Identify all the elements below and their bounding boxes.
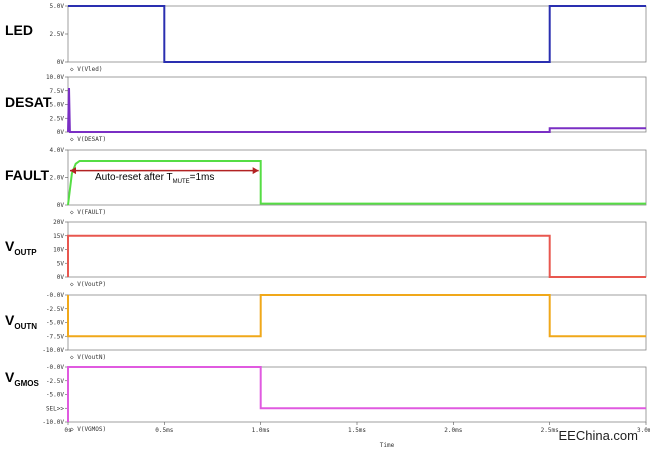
ytick-label-5-2: -5.0V: [46, 392, 64, 399]
ytick-label-3-2: 10V: [53, 247, 64, 254]
row-label-voutn: VOUTN: [5, 312, 38, 331]
trace-name-1: ◇ V(DESAT): [70, 136, 106, 143]
trace-name-4: ◇ V(VoutN): [70, 354, 106, 361]
ytick-label-2-1: 2.0V: [50, 175, 65, 182]
xtick-label-1: 0.5ms: [155, 427, 173, 434]
row-label-desat: DESAT: [5, 94, 52, 110]
ytick-label-5-0: -0.0V: [46, 364, 64, 371]
ytick-label-5-4: -10.0V: [42, 419, 64, 426]
annotation-text: Auto-reset after TMUTE=1ms: [95, 172, 215, 185]
xtick-label-0: 0s: [64, 427, 72, 434]
ytick-label-5-3: SEL>>: [46, 405, 64, 412]
xtick-label-2: 1.0ms: [252, 427, 270, 434]
xtick-label-6: 3.0ms: [637, 427, 650, 434]
row-label-led: LED: [5, 22, 33, 38]
xtick-label-4: 2.0ms: [444, 427, 462, 434]
ytick-label-3-4: 0V: [57, 274, 65, 281]
xtick-label-5: 2.5ms: [541, 427, 559, 434]
ytick-label-2-0: 4.0V: [50, 147, 65, 154]
ytick-label-4-1: -2.5V: [46, 306, 64, 313]
ytick-label-0-0: 5.0V: [50, 3, 65, 10]
panel-frame-5: [67, 366, 647, 423]
ytick-label-4-0: -0.0V: [46, 292, 64, 299]
panel-frame-3: [67, 221, 647, 278]
ytick-label-4-2: -5.0V: [46, 320, 64, 327]
ytick-label-1-3: 2.5V: [50, 115, 65, 122]
ytick-label-5-1: -2.5V: [46, 378, 64, 385]
ytick-label-4-3: -7.5V: [46, 333, 64, 340]
ytick-label-1-0: 10.0V: [46, 74, 64, 81]
chart-canvas: 5.0V 2.5V 0V ◇ V(Vled) 10.0V 7.5V 5.0V 2.5V 0V ◇ …: [42, 3, 650, 449]
ytick-label-0-1: 2.5V: [50, 31, 65, 38]
ytick-label-0-2: 0V: [57, 59, 65, 66]
trace-name-5: ◇ V(VGMOS): [70, 426, 106, 433]
ytick-label-4-4: -10.0V: [42, 347, 64, 354]
row-label-voutp: VOUTP: [5, 238, 37, 257]
ytick-label-1-1: 7.5V: [50, 88, 65, 95]
panel-frame-0: [67, 5, 647, 63]
x-axis-label: Time: [380, 442, 395, 449]
watermark: EEChina.com: [558, 428, 638, 443]
panel-frame-4: [67, 294, 647, 351]
ytick-label-2-2: 0V: [57, 202, 65, 209]
ytick-label-1-4: 0V: [57, 129, 65, 136]
trace-name-0: ◇ V(Vled): [70, 66, 103, 73]
ytick-label-3-3: 5V: [57, 260, 65, 267]
row-label-vgmos: VGMOS: [5, 369, 39, 388]
xtick-label-3: 1.5ms: [348, 427, 366, 434]
trace-name-3: ◇ V(VoutP): [70, 281, 106, 288]
ytick-label-1-2: 5.0V: [50, 102, 65, 109]
panel-frame-1: [67, 76, 647, 133]
ytick-label-3-0: 20V: [53, 219, 64, 226]
row-label-fault: FAULT: [5, 167, 50, 183]
trace-name-2: ◇ V(FAULT): [70, 209, 106, 216]
ytick-label-3-1: 15V: [53, 233, 64, 240]
